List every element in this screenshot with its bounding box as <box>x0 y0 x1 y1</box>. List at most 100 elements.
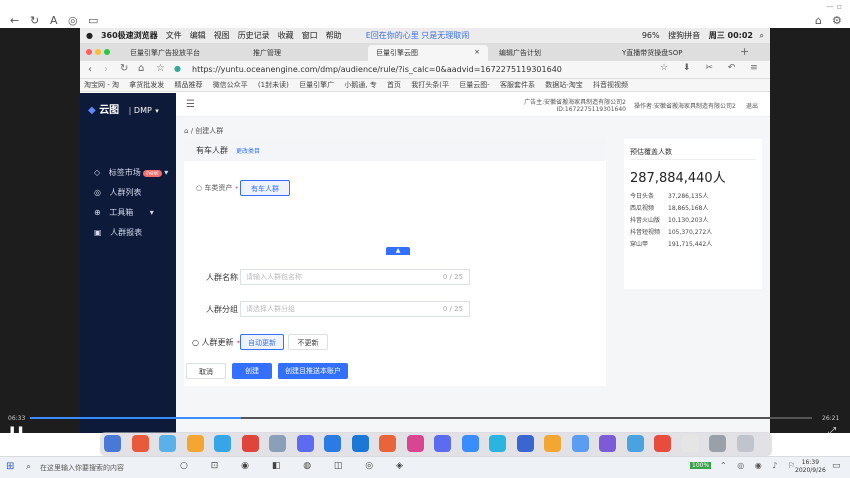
taskbar-apps[interactable]: ○ ⊡ ◉ ◧ ◍ ◫ ◎ ◈ <box>180 461 413 471</box>
dock-app-icon[interactable] <box>104 435 121 452</box>
dock-app-icon[interactable] <box>736 435 754 452</box>
dock-app-icon[interactable] <box>626 435 644 452</box>
menu-help[interactable]: 帮助 <box>326 30 342 41</box>
bookmark-item[interactable]: 巨量引擎广 <box>299 79 334 91</box>
dock-app-icon[interactable] <box>406 435 424 452</box>
dock-app-icon[interactable] <box>159 435 176 452</box>
bookmark-item[interactable]: 淘宝网 - 淘 <box>84 79 119 91</box>
battery-indicator[interactable]: 100% <box>690 462 712 469</box>
browser-tools[interactable]: ☆ ⬇ ✂ ↶ ≡ <box>660 63 764 73</box>
home-icon[interactable]: ⌂ <box>184 127 188 135</box>
dock-app-icon[interactable] <box>186 435 204 452</box>
bookmark-item[interactable]: 抖音视视频 <box>593 79 628 91</box>
radio-icon[interactable]: ○ <box>192 338 199 347</box>
ime-label[interactable]: 搜狗拼音 <box>668 31 700 40</box>
sidebar-item-toolbox[interactable]: ⊕ 工具箱 ▾ <box>94 207 154 218</box>
tab-edit-plan[interactable]: 编辑广告计划 <box>491 45 611 61</box>
back-icon[interactable]: ← <box>10 14 19 27</box>
asset-tag-chip[interactable]: 有车人群 <box>240 180 290 196</box>
dock-app-icon[interactable] <box>131 435 149 452</box>
collapse-toggle[interactable]: ▲ <box>386 247 410 255</box>
dock-app-icon[interactable] <box>241 435 259 452</box>
tab-sop[interactable]: Y直播带货操盘SOP <box>614 45 734 61</box>
dock-app-icon[interactable] <box>516 435 534 452</box>
bookmark-item[interactable]: 微信公众平 <box>213 79 248 91</box>
refresh-icon[interactable]: ↻ <box>30 14 39 27</box>
traffic-lights[interactable] <box>86 48 113 58</box>
sidebar-item-tag-market[interactable]: ◇ 标签市场 new ▾ <box>94 167 168 178</box>
progress-track[interactable] <box>30 417 812 419</box>
tab-promotion[interactable]: 推广管理 <box>245 45 365 61</box>
dock-app-icon[interactable] <box>269 435 286 452</box>
window-icon[interactable]: ▭ <box>88 14 98 27</box>
dock-app-icon[interactable] <box>434 435 451 452</box>
bookmark-item[interactable]: 巨量云图- <box>459 79 490 91</box>
dock-app-icon[interactable] <box>296 435 314 452</box>
search-icon[interactable]: ⌕ <box>760 31 764 40</box>
cancel-button[interactable]: 取消 <box>186 363 226 379</box>
tab-ad-platform[interactable]: 巨量引擎广告投放平台 <box>122 45 242 61</box>
settings-icon[interactable]: ⚙ <box>832 14 842 27</box>
dock-app-icon[interactable] <box>681 435 699 452</box>
dock-app-icon[interactable] <box>379 435 396 452</box>
window-controls[interactable]: — ▫ <box>826 2 842 11</box>
menu-bookmarks[interactable]: 收藏 <box>278 30 294 41</box>
auto-update-button[interactable]: 自动更新 <box>240 334 284 350</box>
reload-icon[interactable]: ↻ <box>120 63 128 74</box>
taskbar-search[interactable]: 在这里输入你要搜索的内容 <box>40 463 124 473</box>
url-field[interactable]: https://yuntu.oceanengine.com/dmp/audien… <box>192 63 622 77</box>
dock-app-icon[interactable] <box>351 435 369 452</box>
bookmark-item[interactable]: 小鹅通, 专 <box>344 79 376 91</box>
change-category-link[interactable]: 更改类目 <box>236 146 260 155</box>
close-tab-icon[interactable]: × <box>474 48 480 56</box>
app-name[interactable]: 360极速浏览器 <box>101 30 158 41</box>
start-icon[interactable]: ⊞ <box>6 461 14 472</box>
tab-yuntu[interactable]: 巨量引擎云图 × <box>368 45 488 61</box>
radio-icon[interactable]: ○ <box>196 184 202 192</box>
logout-link[interactable]: 退出 <box>746 101 758 110</box>
bookmark-item[interactable]: 首页 <box>387 79 401 91</box>
app-logo[interactable]: ◆ 云图 | DMP ▾ <box>88 101 159 116</box>
sidebar-item-audience-report[interactable]: ▣ 人群报表 <box>94 227 142 238</box>
dock-app-icon[interactable] <box>489 435 506 452</box>
menu-edit[interactable]: 编辑 <box>190 30 206 41</box>
menu-window[interactable]: 窗口 <box>302 30 318 41</box>
fullscreen-icon[interactable]: ⤢ <box>828 426 836 437</box>
notification-icon[interactable]: ▭ <box>832 461 841 471</box>
menu-view[interactable]: 视图 <box>214 30 230 41</box>
home-icon[interactable]: ⌂ <box>138 63 144 74</box>
tray-clock[interactable]: 16:39 2020/9/26 <box>795 459 826 475</box>
menu-history[interactable]: 历史记录 <box>238 30 270 41</box>
create-and-push-button[interactable]: 创建且推送本账户 <box>278 363 348 379</box>
apple-icon[interactable]: ● <box>86 31 93 40</box>
sidebar-item-audience-list[interactable]: ◎ 人群列表 <box>94 187 142 198</box>
dock-app-icon[interactable] <box>599 435 616 452</box>
menu-toggle-icon[interactable]: ☰ <box>186 99 195 110</box>
back-icon[interactable]: ‹ <box>88 64 92 75</box>
dock-app-icon[interactable] <box>214 435 231 452</box>
dock-app-icon[interactable] <box>654 435 671 452</box>
tray-icons[interactable]: ⌃ ◎ ◉ ♪ ⚐ <box>720 461 799 470</box>
dock-app-icon[interactable] <box>461 435 479 452</box>
star-icon[interactable]: ☆ <box>156 63 165 74</box>
pause-icon[interactable]: ❚❚ <box>8 426 25 437</box>
forward-icon[interactable]: › <box>104 64 108 75</box>
no-update-button[interactable]: 不更新 <box>288 334 328 350</box>
bookmark-item[interactable]: 我打头条(平 <box>411 79 449 91</box>
audience-group-select[interactable]: 请选择人群分组 0 / 25 <box>240 301 470 317</box>
bookmark-item[interactable]: 客服套件系 <box>500 79 535 91</box>
search-icon[interactable]: ⌕ <box>26 462 31 472</box>
dock-app-icon[interactable] <box>544 435 561 452</box>
dock-app-icon[interactable] <box>571 435 589 452</box>
bookmark-item[interactable]: 拿货批发发 <box>129 79 164 91</box>
audience-name-input[interactable]: 请输入人群包名称 0 / 25 <box>240 269 470 285</box>
create-button[interactable]: 创建 <box>232 363 272 379</box>
record-icon[interactable]: ◎ <box>68 14 78 27</box>
bookmark-item[interactable]: (1封未读) <box>258 79 289 91</box>
dock-app-icon[interactable] <box>709 435 726 452</box>
font-icon[interactable]: A <box>50 14 58 27</box>
new-tab-icon[interactable]: + <box>740 45 749 58</box>
dock-app-icon[interactable] <box>324 435 341 452</box>
bookmark-item[interactable]: 数据站-淘宝 <box>545 79 583 91</box>
menu-file[interactable]: 文件 <box>166 30 182 41</box>
